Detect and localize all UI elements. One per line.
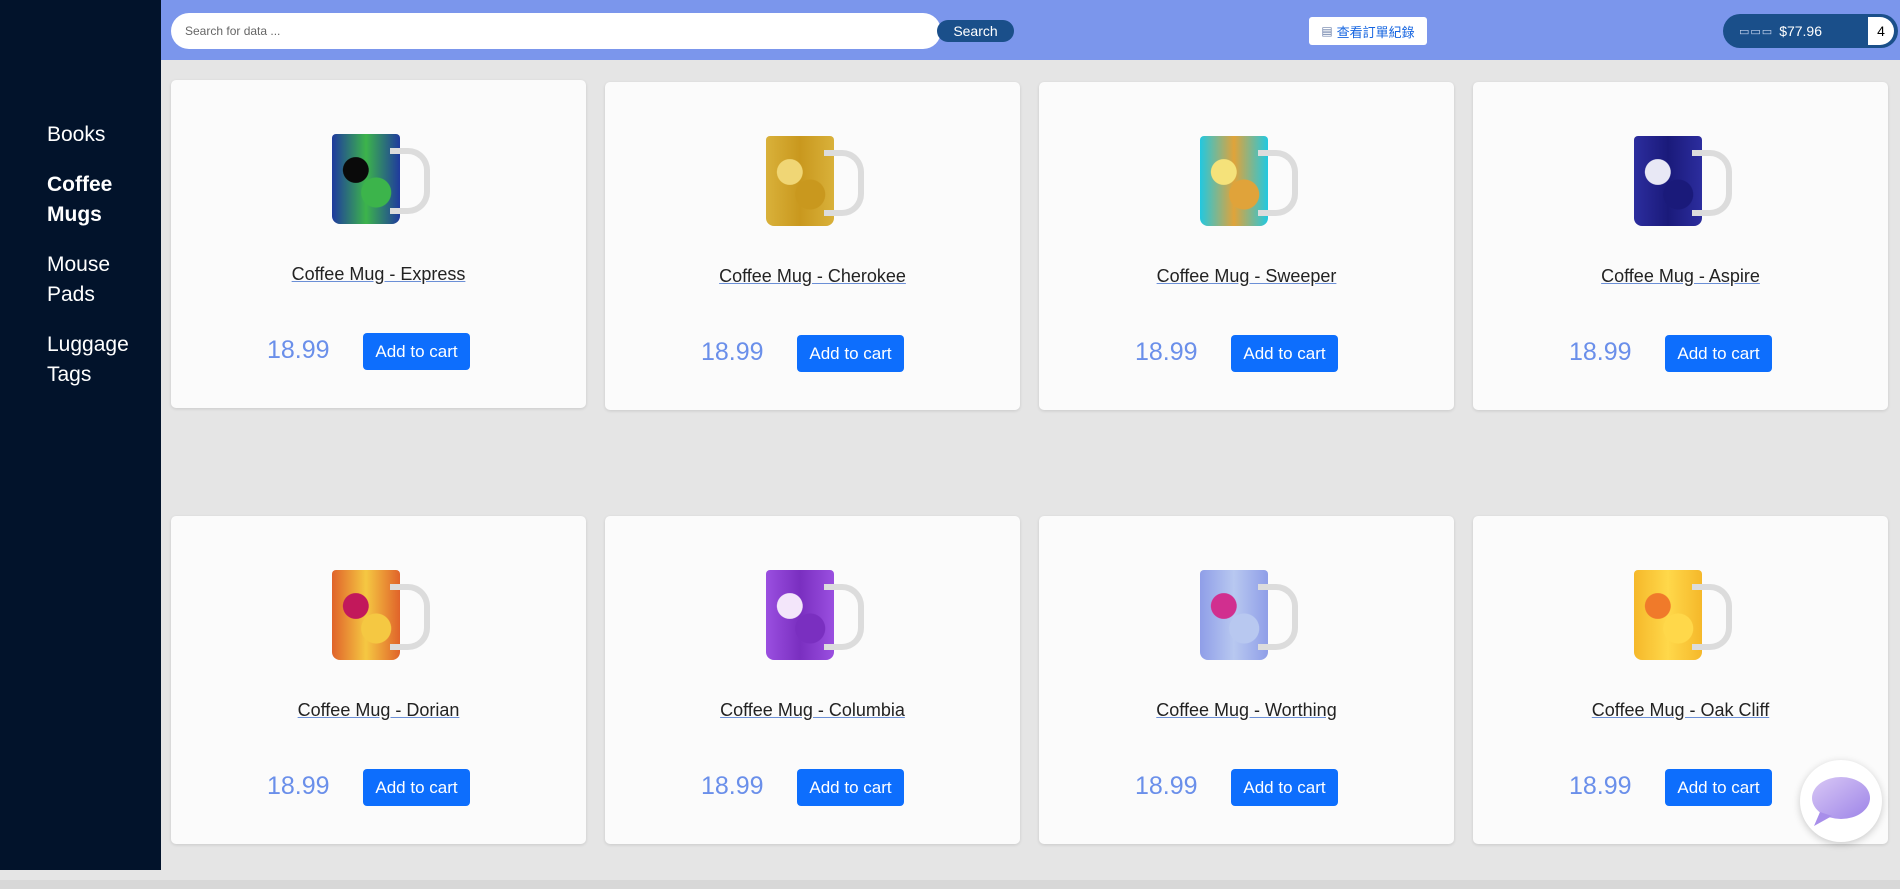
product-card: Coffee Mug - Express 18.99 Add to cart [171,80,586,408]
product-card: Coffee Mug - Sweeper 18.99 Add to cart [1039,82,1454,410]
cart-total: $77.96 [1779,23,1823,39]
product-image[interactable] [1200,132,1298,232]
product-price: 18.99 [267,772,330,800]
product-name-link[interactable]: Coffee Mug - Columbia [605,700,1020,721]
mug-handle [824,150,864,216]
order-history-button[interactable]: ▤ 查看訂單紀錄 [1309,17,1427,45]
product-name-link[interactable]: Coffee Mug - Aspire [1473,266,1888,287]
chat-bubble-icon [1812,777,1870,826]
chat-button[interactable] [1800,760,1882,842]
add-to-cart-button[interactable]: Add to cart [363,769,470,806]
product-price: 18.99 [701,338,764,366]
product-price: 18.99 [1135,772,1198,800]
product-name-link[interactable]: Coffee Mug - Sweeper [1039,266,1454,287]
add-to-cart-button[interactable]: Add to cart [797,769,904,806]
add-to-cart-button[interactable]: Add to cart [1665,769,1772,806]
order-history-label: 查看訂單紀錄 [1336,25,1415,41]
sidebar: Books Coffee Mugs Mouse Pads Luggage Tag… [0,0,161,870]
product-price: 18.99 [1569,338,1632,366]
sidebar-item-books[interactable]: Books [47,120,157,150]
mug-handle [1258,150,1298,216]
horizontal-scrollbar[interactable] [0,880,1900,889]
product-card: Coffee Mug - Aspire 18.99 Add to cart [1473,82,1888,410]
mug-handle [1692,150,1732,216]
document-icon: ▤ [1321,24,1333,38]
sidebar-item-luggage-tags[interactable]: Luggage Tags [47,330,157,390]
cart-count-badge: 4 [1868,17,1894,45]
product-card: Coffee Mug - Worthing 18.99 Add to cart [1039,516,1454,844]
mug-handle [390,148,430,214]
product-price: 18.99 [267,336,330,364]
add-to-cart-button[interactable]: Add to cart [797,335,904,372]
product-image[interactable] [1634,132,1732,232]
add-to-cart-button[interactable]: Add to cart [363,333,470,370]
mug-handle [1258,584,1298,650]
product-image[interactable] [332,566,430,666]
add-to-cart-button[interactable]: Add to cart [1665,335,1772,372]
product-price: 18.99 [1135,338,1198,366]
product-name-link[interactable]: Coffee Mug - Worthing [1039,700,1454,721]
product-image[interactable] [1200,566,1298,666]
product-image[interactable] [766,132,864,232]
sidebar-item-mouse-pads[interactable]: Mouse Pads [47,250,157,310]
product-name-link[interactable]: Coffee Mug - Oak Cliff [1473,700,1888,721]
product-name-link[interactable]: Coffee Mug - Express [171,264,586,285]
top-bar: Search ▤ 查看訂單紀錄 ▭▭▭ $77.96 4 [161,0,1900,60]
product-name-link[interactable]: Coffee Mug - Dorian [171,700,586,721]
product-card: Coffee Mug - Columbia 18.99 Add to cart [605,516,1020,844]
sidebar-item-coffee-mugs[interactable]: Coffee Mugs [47,170,157,230]
search-button[interactable]: Search [937,20,1014,42]
product-name-link[interactable]: Coffee Mug - Cherokee [605,266,1020,287]
product-price: 18.99 [701,772,764,800]
product-card: Coffee Mug - Cherokee 18.99 Add to cart [605,82,1020,410]
product-image[interactable] [1634,566,1732,666]
mug-handle [824,584,864,650]
product-card: Coffee Mug - Dorian 18.99 Add to cart [171,516,586,844]
add-to-cart-button[interactable]: Add to cart [1231,769,1338,806]
add-to-cart-button[interactable]: Add to cart [1231,335,1338,372]
product-image[interactable] [332,130,430,230]
search-input[interactable] [171,13,941,49]
product-image[interactable] [766,566,864,666]
mug-handle [1692,584,1732,650]
category-list: Books Coffee Mugs Mouse Pads Luggage Tag… [47,120,157,410]
product-price: 18.99 [1569,772,1632,800]
card-icons: ▭▭▭ [1739,25,1774,38]
mug-handle [390,584,430,650]
cart-button[interactable]: ▭▭▭ $77.96 4 [1723,14,1898,48]
